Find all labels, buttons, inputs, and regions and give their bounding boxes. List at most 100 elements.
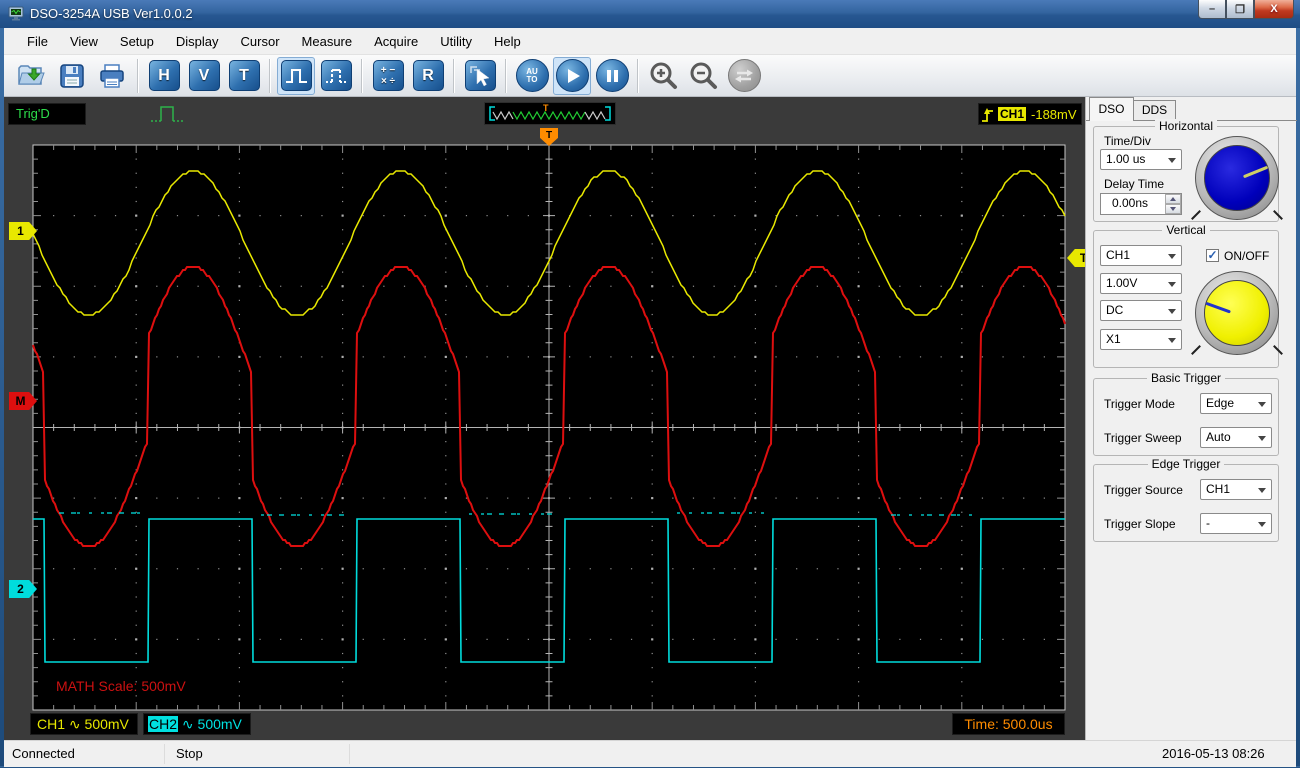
ref-button[interactable]: R [409, 57, 447, 95]
trigger-time-marker-label: T [546, 130, 552, 141]
window-controls: – ❐ X [1198, 0, 1294, 19]
waveform-display-button[interactable] [277, 57, 315, 95]
trigger-channel-badge: CH1 [998, 107, 1026, 121]
pulse-dashed-icon [321, 60, 352, 91]
menu-item-display[interactable]: Display [165, 29, 230, 54]
trigger-sweep-select[interactable]: Auto [1200, 427, 1272, 448]
chevron-down-icon [1258, 436, 1266, 441]
coupling-select[interactable]: DC [1100, 300, 1182, 321]
autoset-button[interactable]: AUTO [513, 57, 551, 95]
horizontal-setup-button[interactable]: H [145, 57, 183, 95]
play-icon [556, 59, 589, 92]
chevron-down-icon [1258, 488, 1266, 493]
zoom-out-button[interactable] [685, 57, 723, 95]
menu-item-cursor[interactable]: Cursor [230, 29, 291, 54]
acquisition-preview[interactable]: T [484, 102, 616, 125]
maximize-button[interactable]: ❐ [1226, 0, 1254, 19]
math-marker-label: M [16, 394, 26, 408]
chevron-down-icon [1168, 338, 1176, 343]
control-panel: DSO DDS Horizontal Time/Div 1.00 us Dela… [1085, 97, 1296, 740]
toolbar-separator [137, 59, 139, 93]
window-border-right [1296, 28, 1300, 768]
basic-trigger-group: Basic Trigger Trigger Mode Edge Trigger … [1093, 378, 1279, 456]
probe-select[interactable]: X1 [1100, 329, 1182, 350]
title-bar[interactable] [0, 0, 1300, 28]
run-button[interactable] [553, 57, 591, 95]
rising-edge-icon [979, 105, 996, 124]
zoom-in-icon [647, 60, 681, 92]
math-button[interactable]: + −× ÷ [369, 57, 407, 95]
trigger-status-text: Trig'D [16, 106, 50, 121]
onoff-label: ON/OFF [1224, 249, 1269, 263]
volts-div-value: 1.00V [1106, 276, 1137, 290]
ch1-scale: 500mV [85, 716, 129, 732]
menu-item-setup[interactable]: Setup [109, 29, 165, 54]
t-icon: T [229, 60, 260, 91]
window-title: DSO-3254A USB Ver1.0.0.2 [30, 6, 193, 21]
ch1-marker-label: 1 [17, 224, 24, 238]
spin-down-icon [1170, 207, 1176, 211]
pause-icon [596, 59, 629, 92]
menu-item-file[interactable]: File [16, 29, 59, 54]
tab-dso[interactable]: DSO [1089, 97, 1134, 121]
delay-value: 0.00ns [1101, 196, 1159, 210]
volts-div-select[interactable]: 1.00V [1100, 273, 1182, 294]
v-icon: V [189, 60, 220, 91]
maximize-icon: ❐ [1235, 3, 1245, 16]
spin-down-button[interactable] [1165, 204, 1181, 214]
tab-dds[interactable]: DDS [1134, 100, 1176, 121]
ch2-scale: 500mV [198, 716, 242, 732]
pulse-indicator-icon [148, 102, 190, 126]
save-button[interactable] [53, 57, 91, 95]
timediv-select[interactable]: 1.00 us [1100, 149, 1182, 170]
auto-icon: AUTO [516, 59, 549, 92]
zoom-in-button[interactable] [645, 57, 683, 95]
status-separator [349, 744, 350, 764]
spin-up-button[interactable] [1165, 194, 1181, 204]
knob-leg [1191, 210, 1201, 220]
trigger-mode-label: Trigger Mode [1104, 397, 1175, 411]
refresh-button[interactable] [725, 57, 763, 95]
minimize-button[interactable]: – [1198, 0, 1226, 19]
trigger-sweep-value: Auto [1206, 430, 1231, 444]
close-button[interactable]: X [1254, 0, 1294, 19]
channel-select[interactable]: CH1 [1100, 245, 1182, 266]
horizontal-knob[interactable] [1195, 136, 1279, 220]
toolbar-separator [637, 59, 639, 93]
menu-item-help[interactable]: Help [483, 29, 532, 54]
ch1-readout: CH1 ∿ 500mV [30, 713, 138, 735]
trigger-slope-select[interactable]: - [1200, 513, 1272, 534]
print-button[interactable] [93, 57, 131, 95]
menu-item-utility[interactable]: Utility [429, 29, 483, 54]
edge-trigger-group: Edge Trigger Trigger Source CH1 Trigger … [1093, 464, 1279, 542]
vertical-setup-button[interactable]: V [185, 57, 223, 95]
reference-waveform-button[interactable] [317, 57, 355, 95]
menu-bar: FileViewSetupDisplayCursorMeasureAcquire… [4, 28, 1296, 55]
trigger-mode-select[interactable]: Edge [1200, 393, 1272, 414]
cursor-measure-button[interactable] [461, 57, 499, 95]
open-button[interactable] [13, 57, 51, 95]
menu-item-measure[interactable]: Measure [291, 29, 364, 54]
delay-label: Delay Time [1104, 177, 1164, 191]
menu-item-acquire[interactable]: Acquire [363, 29, 429, 54]
close-icon: X [1270, 3, 1277, 15]
app-icon [8, 5, 25, 22]
channel-onoff-checkbox[interactable]: ✓ [1206, 249, 1219, 262]
trigger-source-label: Trigger Source [1104, 483, 1183, 497]
menu-item-view[interactable]: View [59, 29, 109, 54]
preview-trigger-marker: T [543, 103, 549, 113]
oscilloscope-display [0, 128, 1085, 712]
ch2-coupling-icon: ∿ [182, 716, 194, 732]
pause-button[interactable] [593, 57, 631, 95]
trigger-source-select[interactable]: CH1 [1200, 479, 1272, 500]
status-separator [164, 744, 165, 764]
chevron-down-icon [1168, 309, 1176, 314]
swap-arrows-icon [728, 59, 761, 92]
trigger-setup-button[interactable]: T [225, 57, 263, 95]
run-state: Stop [176, 746, 203, 761]
trigger-source-value: CH1 [1206, 482, 1230, 496]
zoom-out-icon [687, 60, 721, 92]
delay-spinner[interactable]: 0.00ns [1100, 193, 1182, 215]
basic-trigger-title: Basic Trigger [1147, 371, 1225, 385]
vertical-knob[interactable] [1195, 271, 1279, 355]
